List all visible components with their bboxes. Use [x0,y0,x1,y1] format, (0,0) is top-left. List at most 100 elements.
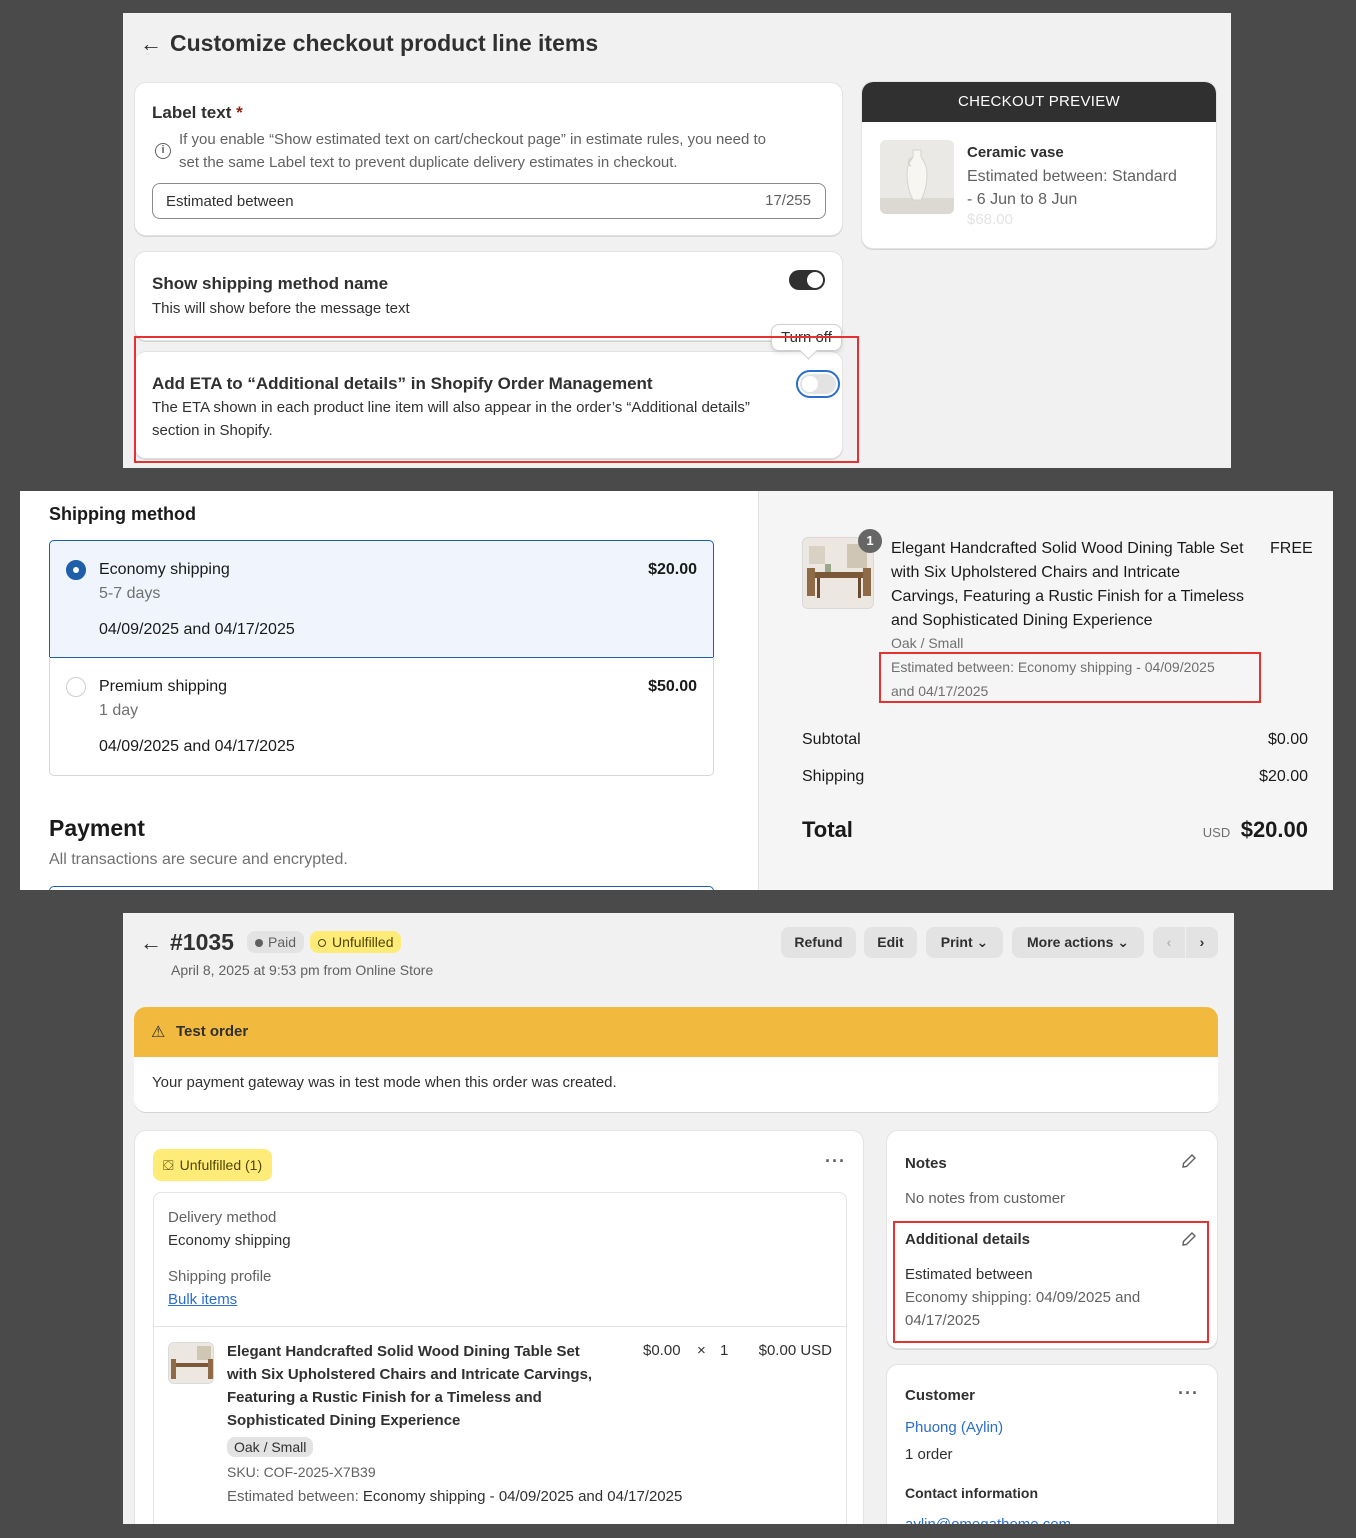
option-dates: 04/09/2025 and 04/17/2025 [99,738,295,755]
customer-name-link[interactable]: Phuong (Aylin) [905,1419,1003,1436]
customer-orders: 1 order [905,1446,953,1463]
info-icon: i [155,143,171,159]
prev-order-button[interactable]: ‹ [1153,927,1185,958]
more-options-icon[interactable]: ··· [825,1151,846,1172]
chevron-left-icon: ‹ [1166,934,1172,950]
notes-heading: Notes [905,1155,947,1172]
payment-desc: All transactions are secure and encrypte… [49,851,348,868]
total-label: Total [802,817,853,842]
subtotal-label: Subtotal [802,731,861,748]
radio-economy[interactable] [66,560,86,580]
banner-header: ⚠ Test order [134,1007,1218,1057]
next-order-button[interactable]: › [1186,927,1218,958]
shipping-option-economy[interactable]: Economy shipping 5-7 days 04/09/2025 and… [49,540,714,658]
order-panel: ← #1035 Paid Unfulfilled April 8, 2025 a… [123,913,1234,1524]
package-icon: ⛋ [163,1157,174,1173]
fulfillment-card: ⛋ Unfulfilled (1) ··· Delivery method Eco… [134,1130,864,1524]
quantity-badge: 1 [858,529,882,553]
back-arrow-icon[interactable]: ← [140,932,162,954]
option-days: 1 day [99,702,139,719]
test-order-title: Test order [176,1023,249,1040]
preview-product-name: Ceramic vase [967,144,1064,161]
shipping-label: Shipping [802,768,865,785]
page-title: Customize checkout product line items [170,30,599,56]
refund-button[interactable]: Refund [781,927,856,958]
checkout-preview-header: CHECKOUT PREVIEW [862,82,1216,122]
bulk-items-link[interactable]: Bulk items [168,1291,237,1308]
warning-icon: ⚠ [151,1024,166,1041]
line-total: $0.00 USD [758,1342,832,1359]
highlight-box [893,1221,1209,1343]
test-order-desc: Your payment gateway was in test mode wh… [152,1074,617,1091]
more-options-icon[interactable]: ··· [1178,1383,1199,1404]
checkout-panel: Shipping method Economy shipping 5-7 day… [20,491,1333,890]
option-name: Economy shipping [99,561,230,578]
test-order-banner: ⚠ Test order Your payment gateway was in… [134,1007,1218,1112]
chevron-right-icon: › [1199,934,1205,950]
summary-variant: Oak / Small [891,635,964,651]
shipping-value: $20.00 [1259,768,1308,785]
customer-heading: Customer [905,1387,976,1404]
unfulfilled-count-badge: ⛋ Unfulfilled (1) [153,1149,273,1181]
option-name: Premium shipping [99,678,228,695]
total-amount: USD $20.00 [1203,817,1308,843]
info-text: If you enable “Show estimated text on ca… [179,131,766,171]
notes-card: Notes No notes from customer Additional … [886,1130,1218,1349]
unit-price: $0.00 [643,1342,681,1359]
summary-product-name: Elegant Handcrafted Solid Wood Dining Ta… [891,540,1245,629]
times-sign: × [697,1342,706,1359]
notes-text: No notes from customer [905,1190,1066,1207]
contact-heading: Contact information [905,1485,1038,1501]
label-text-heading: Label text * [152,103,243,122]
dot-icon [255,939,263,947]
char-counter: 17/255 [765,192,811,209]
edit-pencil-icon[interactable] [1181,1153,1197,1169]
preview-estimate: Estimated between: Standard - 6 Jun to 8… [967,168,1177,208]
profile-label: Shipping profile [168,1268,272,1285]
show-method-card: Show shipping method name This will show… [134,251,843,341]
ring-icon [318,939,326,947]
highlight-box [879,652,1261,703]
item-sku: SKU: COF-2025-X7B39 [227,1464,376,1480]
option-dates: 04/09/2025 and 04/17/2025 [99,621,295,638]
required-mark: * [236,103,243,122]
show-method-toggle[interactable] [789,270,825,290]
label-text-input[interactable] [166,184,726,218]
shipping-method-heading: Shipping method [49,504,196,524]
radio-premium[interactable] [66,677,86,697]
summary-product-price: FREE [1270,540,1313,557]
edit-button[interactable]: Edit [864,927,917,958]
unfulfilled-badge: Unfulfilled [310,931,402,953]
item-thumbnail [168,1342,214,1384]
order-summary: 1 Elegant Handcrafted Solid Wood Dining … [758,491,1333,890]
paid-badge: Paid [247,931,305,953]
show-method-desc: This will show before the message text [152,300,410,317]
option-price: $20.00 [648,561,697,578]
payment-box-edge [49,886,714,890]
label-text-card: Label text * i If you enable “Show estim… [134,82,843,236]
print-button[interactable]: Print ⌄ [926,927,1003,958]
divider [154,1326,846,1327]
delivery-label: Delivery method [168,1209,277,1226]
fulfillment-inner: Delivery method Economy shipping Shippin… [153,1192,847,1524]
delivery-value: Economy shipping [168,1232,291,1249]
option-price: $50.00 [648,678,697,695]
chevron-down-icon: ⌄ [976,934,989,950]
variant-pill: Oak / Small [227,1437,314,1457]
preview-price: $68.00 [967,211,1013,228]
payment-heading: Payment [49,815,145,841]
vase-image [880,140,954,214]
label-text-input-wrap: 17/255 [152,183,826,219]
more-actions-button[interactable]: More actions ⌄ [1012,927,1144,958]
subtotal-value: $0.00 [1267,731,1308,748]
item-estimate: Estimated between: Economy shipping - 04… [227,1488,683,1505]
shipping-option-premium[interactable]: Premium shipping 1 day 04/09/2025 and 04… [49,657,714,776]
highlight-box [134,336,859,463]
chevron-down-icon: ⌄ [1117,934,1129,950]
customize-panel: ← Customize checkout product line items … [123,13,1231,468]
customer-email-link[interactable]: aylin@omegatheme.com [905,1516,1071,1524]
back-arrow-icon[interactable]: ← [140,33,162,55]
total-value: $20.00 [1240,817,1308,842]
checkout-preview-card: CHECKOUT PREVIEW Ceramic vase Estimated … [861,81,1217,249]
customer-card: Customer ··· Phuong (Aylin) 1 order Cont… [886,1364,1218,1524]
